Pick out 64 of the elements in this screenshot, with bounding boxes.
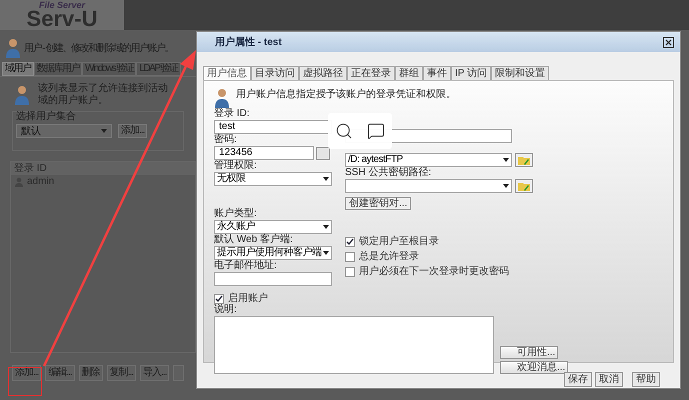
user-icon (214, 88, 230, 108)
logo-text: Serv-U (26, 8, 98, 30)
page-description: 用户 - 创建、修改和删除域的用户账户。 (24, 42, 173, 56)
checkbox[interactable] (214, 294, 224, 304)
checkbox-label: 总是允许登录 (359, 252, 419, 262)
checkbox[interactable] (345, 267, 355, 277)
checkbox-label: 用户必须在下一次登录时更改密码 (359, 267, 509, 277)
admin-select[interactable]: 无权限 (214, 172, 332, 186)
field-label: 说明: (214, 304, 238, 316)
tab[interactable]: IP 访问 (451, 66, 492, 81)
email-field[interactable] (214, 272, 332, 286)
browse-button[interactable] (515, 179, 533, 193)
checkbox-label: 启用账户 (228, 294, 268, 304)
account-type-select[interactable]: 永久账户 (214, 220, 332, 234)
search-icon[interactable] (335, 122, 353, 140)
checkbox[interactable] (345, 237, 355, 247)
field-label: 管理权限: (214, 160, 258, 172)
dialog-button[interactable]: 帮助 (632, 372, 660, 387)
field-label: 默认 Web 客户端: (214, 234, 294, 246)
field-label: 登录 ID: (214, 108, 251, 120)
tab[interactable]: 用户信息 (203, 66, 251, 81)
checkbox-label: 锁定用户至根目录 (359, 237, 439, 247)
dropdown-caret-icon (503, 184, 509, 188)
tab[interactable]: 正在登录 (347, 66, 395, 81)
dropdown-caret-icon (101, 129, 107, 133)
checkbox[interactable] (345, 252, 355, 262)
panel-description: 用户账户信息指定授予该账户的登录凭证和权限。 (236, 88, 456, 102)
dialog-button[interactable]: 保存 (564, 372, 592, 387)
tab[interactable]: 群组 (395, 66, 423, 81)
user-icon (14, 85, 30, 105)
dialog-button[interactable]: 取消 (595, 372, 623, 387)
field-label: 账户类型: (214, 208, 258, 220)
group-legend: 选择用户集合 (16, 112, 76, 122)
create-keypair-button[interactable]: 创建密钥对... (345, 197, 412, 210)
generate-password-button[interactable] (316, 146, 330, 160)
web-client-select[interactable]: 提示用户使用何种客户端 (214, 246, 332, 260)
comment-icon[interactable] (367, 122, 385, 140)
side-button[interactable]: 欢迎消息... (500, 361, 568, 374)
user-icon (15, 176, 23, 186)
browse-button[interactable] (515, 153, 533, 167)
logo-caption: File Server (38, 0, 86, 10)
user-icon (5, 38, 21, 58)
ssh-key-select[interactable] (345, 179, 512, 193)
highlight-frame (8, 367, 42, 396)
dropdown-caret-icon (323, 177, 329, 181)
password-field[interactable]: 123456 (214, 146, 314, 160)
tab[interactable]: 域用户 (2, 62, 34, 76)
field-label: SSH 公共密钥路径: (345, 167, 432, 179)
dropdown-caret-icon (323, 225, 329, 229)
tab[interactable]: 虚拟路径 (299, 66, 347, 81)
side-button[interactable]: 可用性... (500, 346, 558, 359)
dropdown-caret-icon (503, 158, 509, 162)
list-description: 该列表显示了允许连接到活动域的用户账户。 (38, 83, 168, 107)
field-label: 密码: (214, 134, 238, 146)
tab[interactable]: 限制和设置 (491, 66, 550, 81)
column-header: 登录 ID (11, 162, 195, 175)
tab[interactable]: 目录访问 (251, 66, 299, 81)
dropdown-caret-icon (323, 251, 329, 255)
tab[interactable]: 事件 (423, 66, 451, 81)
dialog-title: 用户属性 - test (215, 35, 282, 50)
field-label: 电子邮件地址: (214, 260, 278, 272)
notes-textarea[interactable] (214, 316, 494, 374)
home-directory-select[interactable]: /D: aytestFTP (345, 153, 512, 167)
close-button[interactable] (663, 36, 674, 48)
